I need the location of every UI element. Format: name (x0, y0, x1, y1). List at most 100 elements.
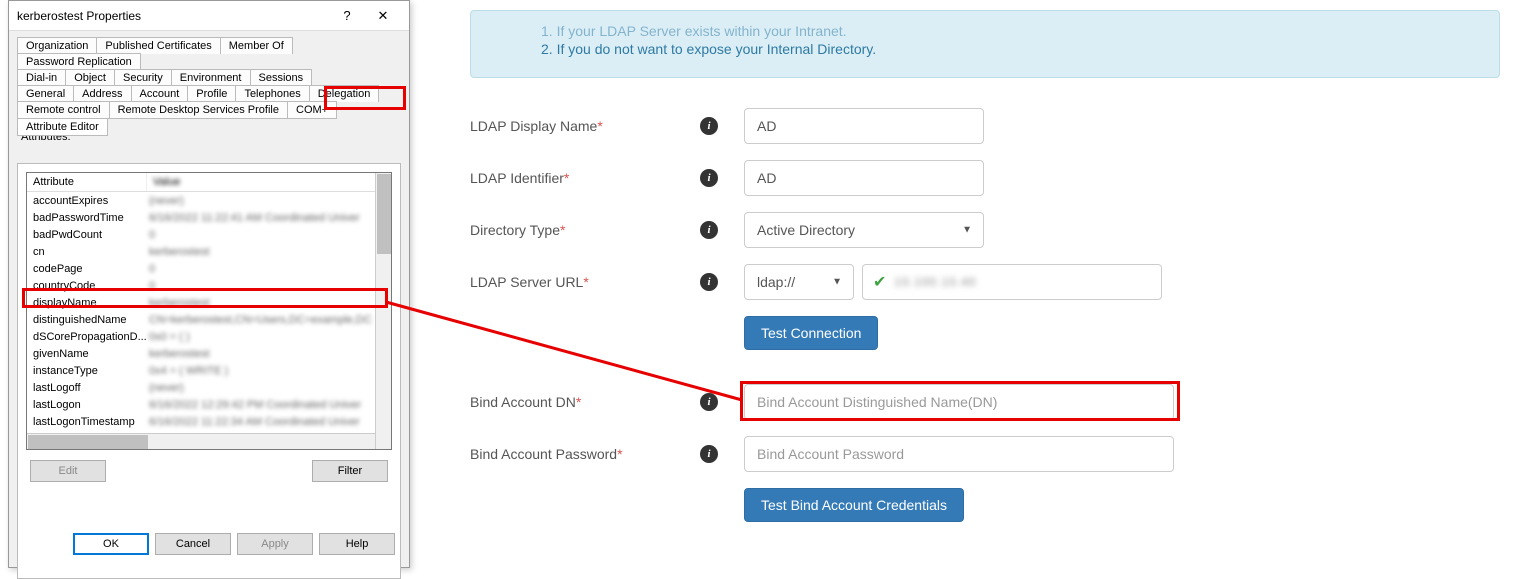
display-name-input[interactable] (744, 108, 984, 144)
check-icon: ✔ (873, 272, 886, 292)
table-row[interactable]: cnkerberostest (27, 243, 391, 260)
server-url-input[interactable]: ✔ 10.100.10.40 (862, 264, 1162, 300)
filter-button[interactable]: Filter (312, 460, 388, 482)
tab-attribute-editor[interactable]: Attribute Editor (17, 118, 108, 136)
tab-published-certificates[interactable]: Published Certificates (96, 37, 220, 54)
tab-password-replication[interactable]: Password Replication (17, 53, 141, 70)
attribute-value: 0 (147, 229, 391, 241)
tabs: Organization Published Certificates Memb… (9, 31, 409, 135)
tab-security[interactable]: Security (114, 69, 172, 86)
tab-dial-in[interactable]: Dial-in (17, 69, 66, 86)
table-row[interactable]: lastLogoff(never) (27, 379, 391, 396)
bind-dn-input[interactable] (744, 384, 1174, 420)
column-attribute[interactable]: Attribute (27, 173, 147, 191)
url-scheme-select[interactable] (744, 264, 854, 300)
attribute-list[interactable]: Attribute Value accountExpires(never)bad… (26, 172, 392, 450)
column-value[interactable]: Value (147, 173, 391, 191)
attribute-value: 0x0 = ( ) (147, 331, 391, 343)
tab-profile[interactable]: Profile (187, 85, 236, 102)
attribute-value: kerberostest (147, 297, 391, 309)
display-name-label: LDAP Display Name* (470, 118, 700, 134)
info-icon[interactable]: i (700, 117, 718, 135)
attribute-name: givenName (27, 348, 147, 360)
test-connection-button[interactable]: Test Connection (744, 316, 878, 350)
bind-dn-label: Bind Account DN* (470, 394, 700, 410)
attribute-name: instanceType (27, 365, 147, 377)
ok-button[interactable]: OK (73, 533, 149, 555)
tab-member-of[interactable]: Member Of (220, 37, 293, 54)
close-icon[interactable]: ✕ (365, 2, 401, 30)
info-line-1: If your LDAP Server exists within your I… (541, 23, 1469, 39)
directory-type-select[interactable] (744, 212, 984, 248)
attribute-name: lastLogoff (27, 382, 147, 394)
info-icon[interactable]: i (700, 393, 718, 411)
test-bind-button[interactable]: Test Bind Account Credentials (744, 488, 964, 522)
apply-button[interactable]: Apply (237, 533, 313, 555)
table-row[interactable]: instanceType0x4 = ( WRITE ) (27, 362, 391, 379)
attribute-value: 6/16/2022 11:22:41 AM Coordinated Univer (147, 212, 391, 224)
tab-address[interactable]: Address (73, 85, 131, 102)
attribute-value: 0 (147, 280, 391, 292)
table-row[interactable]: lastLogon6/16/2022 12:29:42 PM Coordinat… (27, 396, 391, 413)
table-row[interactable]: givenNamekerberostest (27, 345, 391, 362)
attribute-name: lastLogonTimestamp (27, 416, 147, 428)
tab-sessions[interactable]: Sessions (250, 69, 313, 86)
attribute-value: kerberostest (147, 348, 391, 360)
attribute-value: CN=kerberostest,CN=Users,DC=example,DC (147, 314, 391, 326)
help-button[interactable]: Help (319, 533, 395, 555)
attribute-name: badPasswordTime (27, 212, 147, 224)
attribute-name: distinguishedName (27, 314, 147, 326)
table-row[interactable]: distinguishedNameCN=kerberostest,CN=User… (27, 311, 391, 328)
tab-object[interactable]: Object (65, 69, 115, 86)
attribute-panel: Attribute Value accountExpires(never)bad… (17, 163, 401, 579)
bind-password-label: Bind Account Password* (470, 446, 700, 462)
identifier-label: LDAP Identifier* (470, 170, 700, 186)
cancel-button[interactable]: Cancel (155, 533, 231, 555)
attribute-value: 0x4 = ( WRITE ) (147, 365, 391, 377)
table-row[interactable]: lastLogonTimestamp6/16/2022 11:22:34 AM … (27, 413, 391, 430)
attribute-name: displayName (27, 297, 147, 309)
attribute-value: (never) (147, 195, 391, 207)
info-icon[interactable]: i (700, 169, 718, 187)
identifier-input[interactable] (744, 160, 984, 196)
info-icon[interactable]: i (700, 221, 718, 239)
table-row[interactable]: accountExpires(never) (27, 192, 391, 209)
tab-account[interactable]: Account (131, 85, 189, 102)
properties-dialog: kerberostest Properties ? ✕ Organization… (8, 0, 410, 568)
edit-button[interactable]: Edit (30, 460, 106, 482)
window-title: kerberostest Properties (17, 9, 329, 23)
tab-remote-desktop-services-profile[interactable]: Remote Desktop Services Profile (109, 101, 288, 119)
attribute-name: lastLogon (27, 399, 147, 411)
table-row[interactable]: displayNamekerberostest (27, 294, 391, 311)
bind-password-input[interactable] (744, 436, 1174, 472)
tab-delegation[interactable]: Delegation (309, 85, 380, 102)
info-icon[interactable]: i (700, 273, 718, 291)
attribute-list-header: Attribute Value (27, 173, 391, 192)
table-row[interactable]: badPwdCount0 (27, 226, 391, 243)
table-row[interactable]: codePage0 (27, 260, 391, 277)
attribute-value: 6/16/2022 12:29:42 PM Coordinated Univer (147, 399, 391, 411)
horizontal-scrollbar[interactable] (27, 433, 375, 449)
table-row[interactable]: badPasswordTime6/16/2022 11:22:41 AM Coo… (27, 209, 391, 226)
table-row[interactable]: countryCode0 (27, 277, 391, 294)
attribute-value: (never) (147, 382, 391, 394)
tab-remote-control[interactable]: Remote control (17, 101, 110, 119)
tab-general[interactable]: General (17, 85, 74, 102)
server-url-label: LDAP Server URL* (470, 274, 700, 290)
attribute-name: dSCorePropagationD... (27, 331, 147, 343)
tab-organization[interactable]: Organization (17, 37, 97, 54)
info-icon[interactable]: i (700, 445, 718, 463)
attribute-value: 6/16/2022 11:22:34 AM Coordinated Univer (147, 416, 391, 428)
ldap-form-area: If your LDAP Server exists within your I… (440, 0, 1530, 569)
tab-com-plus[interactable]: COM+ (287, 101, 337, 119)
attribute-name: badPwdCount (27, 229, 147, 241)
vertical-scrollbar[interactable] (375, 173, 391, 449)
tab-telephones[interactable]: Telephones (235, 85, 309, 102)
table-row[interactable]: dSCorePropagationD...0x0 = ( ) (27, 328, 391, 345)
help-icon[interactable]: ? (329, 2, 365, 30)
info-line-2: If you do not want to expose your Intern… (541, 41, 1469, 57)
tab-environment[interactable]: Environment (171, 69, 251, 86)
attribute-name: countryCode (27, 280, 147, 292)
attribute-name: accountExpires (27, 195, 147, 207)
attribute-value: kerberostest (147, 246, 391, 258)
